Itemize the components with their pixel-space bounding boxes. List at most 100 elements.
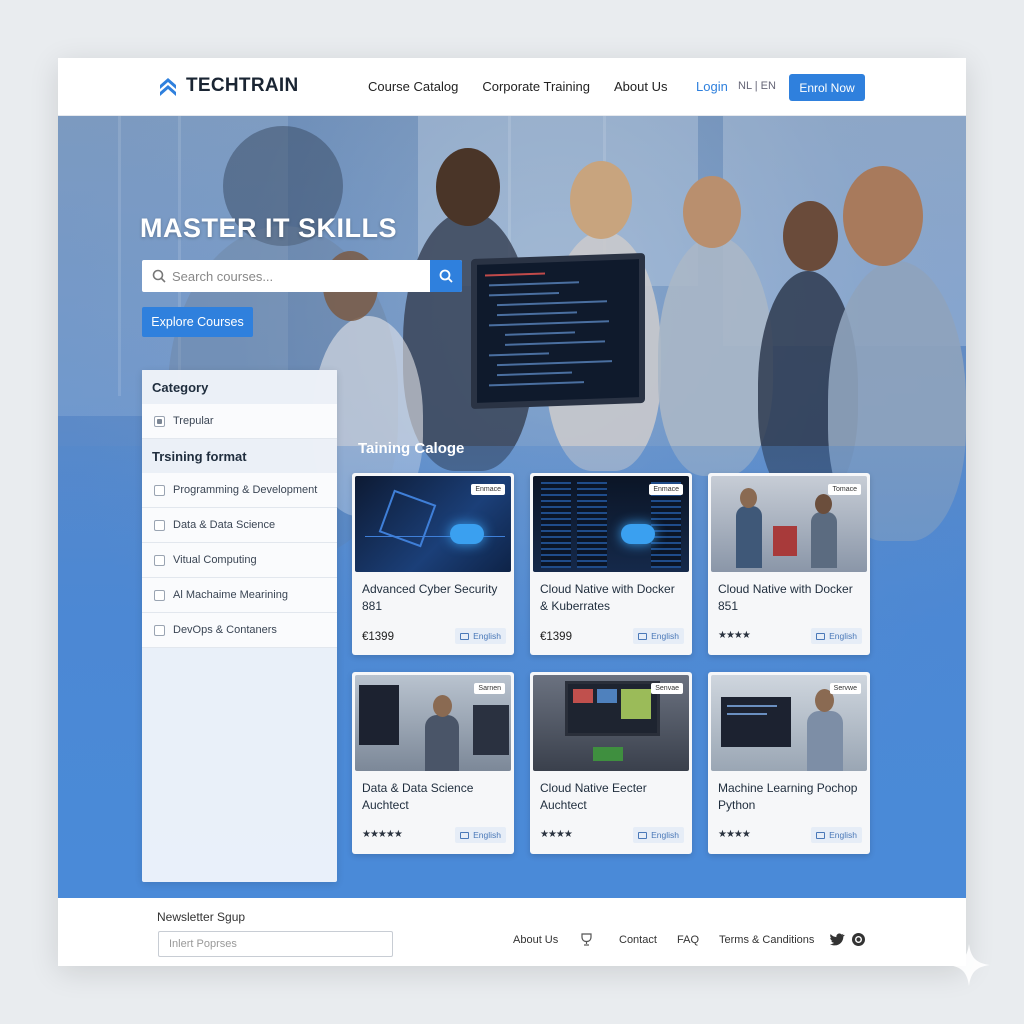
- course-card[interactable]: Enmace Advanced Cyber Security 881 €1399…: [352, 473, 514, 655]
- logo-chevron-icon: [160, 78, 176, 96]
- nav-course-catalog[interactable]: Course Catalog: [368, 79, 458, 94]
- filter-option[interactable]: Programming & Development: [142, 473, 337, 508]
- footer-link-about[interactable]: About Us: [513, 934, 558, 946]
- instagram-icon[interactable]: [851, 932, 866, 947]
- language-icon: [638, 831, 648, 839]
- course-image-lab-monitor: Senvae: [533, 675, 689, 771]
- logo[interactable]: TECHTRAIN: [158, 75, 298, 97]
- course-tag: Enmace: [471, 484, 505, 495]
- course-title: Advanced Cyber Security 881: [362, 582, 498, 613]
- filter-sidebar: Category Trepular Trsining format Progra…: [142, 370, 337, 882]
- language-icon: [816, 632, 826, 640]
- filter-option[interactable]: Data & Data Science: [142, 508, 337, 543]
- search-icon: [152, 269, 166, 283]
- course-card[interactable]: Sarnen Data & Data Science Auchtect ★★★★…: [352, 672, 514, 854]
- language-switch[interactable]: NL | EN: [738, 80, 776, 92]
- code-line: [497, 311, 577, 317]
- window-mullion: [118, 116, 121, 396]
- filter-label: DevOps & Contaners: [173, 624, 277, 636]
- language-badge: English: [633, 628, 684, 644]
- filter-label: Vitual Computing: [173, 554, 257, 566]
- course-image-cyber-security: Enmace: [355, 476, 511, 572]
- course-card[interactable]: Senvae Cloud Native Eecter Auchtect ★★★★…: [530, 672, 692, 854]
- code-line: [497, 360, 612, 367]
- search-icon: [439, 269, 453, 283]
- filter-label: Trepular: [173, 415, 214, 427]
- course-tag: Senvae: [651, 683, 683, 694]
- language-label: English: [473, 830, 501, 840]
- newsletter-input[interactable]: [158, 931, 393, 957]
- site-header: TECHTRAIN Course Catalog Corporate Train…: [58, 58, 966, 116]
- course-card[interactable]: Servwe Machine Learning Pochop Python ★★…: [708, 672, 870, 854]
- monitor-shape: [359, 685, 399, 745]
- rating-stars: ★★★★★: [362, 829, 403, 840]
- person-silhouette: [807, 711, 843, 771]
- footer-link-faq[interactable]: FAQ: [677, 934, 699, 946]
- language-label: English: [473, 631, 501, 641]
- checkbox[interactable]: [154, 589, 165, 601]
- course-price: €1399: [362, 631, 394, 643]
- computer-monitor: [471, 252, 645, 410]
- language-icon: [460, 831, 470, 839]
- person-silhouette: [811, 512, 837, 568]
- monitor-shape: [473, 705, 509, 755]
- search-button[interactable]: [430, 260, 462, 292]
- rating-stars: ★★★★: [718, 630, 751, 641]
- sparkle-icon: [948, 944, 990, 986]
- code-line: [489, 291, 559, 297]
- logo-text: TECHTRAIN: [186, 75, 299, 96]
- person-head: [570, 161, 632, 239]
- course-tag: Tomace: [828, 484, 861, 495]
- checkbox[interactable]: [154, 519, 165, 531]
- course-tag: Sarnen: [474, 683, 505, 694]
- main-nav: Course Catalog Corporate Training About …: [368, 79, 667, 94]
- twitter-icon[interactable]: [830, 932, 845, 947]
- person-head: [740, 488, 757, 508]
- course-title: Cloud Native Eecter Auchtect: [540, 781, 647, 812]
- code-line: [505, 331, 575, 336]
- footer-link-terms[interactable]: Terms & Canditions: [719, 934, 814, 946]
- language-badge: English: [455, 628, 506, 644]
- language-badge: English: [455, 827, 506, 843]
- course-card[interactable]: Enmace Cloud Native with Docker & Kuberr…: [530, 473, 692, 655]
- course-title: Machine Learning Pochop Python: [718, 781, 858, 812]
- code-line: [727, 713, 767, 715]
- newsletter-title: Newsletter Sgup: [157, 910, 246, 924]
- rating-stars: ★★★★: [718, 829, 751, 840]
- filter-option[interactable]: Al Machaime Mearining: [142, 578, 337, 613]
- nav-corporate-training[interactable]: Corporate Training: [482, 79, 590, 94]
- language-label: English: [651, 830, 679, 840]
- checkbox[interactable]: [154, 484, 165, 496]
- enroll-button[interactable]: Enrol Now: [789, 74, 865, 101]
- course-image-man-at-monitors: Sarnen: [355, 675, 511, 771]
- filter-option[interactable]: Trepular: [142, 404, 337, 439]
- code-line: [489, 381, 584, 387]
- checkbox[interactable]: [154, 554, 165, 566]
- server-rack: [577, 482, 607, 568]
- screen-block: [573, 689, 593, 703]
- hero-title: MASTER IT SKILLS: [140, 213, 397, 243]
- training-format-heading: Trsining format: [142, 439, 337, 473]
- trophy-icon[interactable]: [579, 932, 594, 947]
- checkbox[interactable]: [154, 624, 165, 636]
- language-label: English: [651, 631, 679, 641]
- person-head: [843, 166, 923, 266]
- course-card[interactable]: Tomace Cloud Native with Docker 851 ★★★★…: [708, 473, 870, 655]
- explore-courses-button[interactable]: Explore Courses: [142, 307, 253, 337]
- language-badge: English: [811, 628, 862, 644]
- filter-option[interactable]: Vitual Computing: [142, 543, 337, 578]
- login-link[interactable]: Login: [696, 79, 728, 94]
- checkbox[interactable]: [154, 415, 165, 427]
- circuit-line: [365, 536, 505, 537]
- filter-option[interactable]: DevOps & Contaners: [142, 613, 337, 648]
- screen-block: [597, 689, 617, 703]
- code-line: [489, 320, 609, 327]
- cloud-icon: [450, 524, 484, 544]
- nav-about-us[interactable]: About Us: [614, 79, 667, 94]
- footer-link-contact[interactable]: Contact: [619, 934, 657, 946]
- code-line: [489, 352, 549, 357]
- search-input[interactable]: [166, 261, 430, 291]
- course-title: Cloud Native with Docker & Kuberrates: [540, 582, 675, 613]
- rating-stars: ★★★★: [540, 829, 573, 840]
- person-head: [683, 176, 741, 248]
